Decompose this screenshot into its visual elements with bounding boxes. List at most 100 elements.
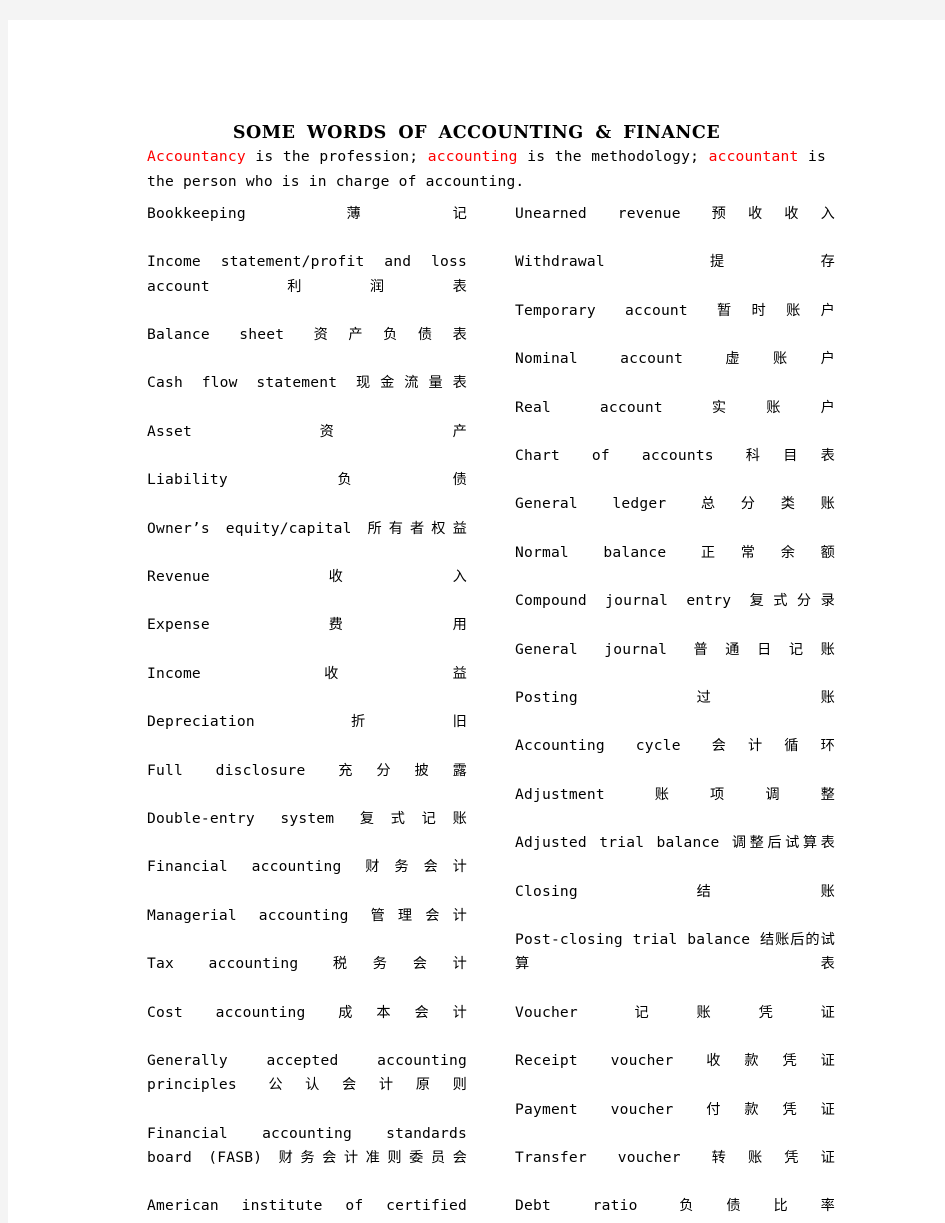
glossary-term-en: Normal balance xyxy=(515,543,701,561)
glossary-term-cn: 会计循环 xyxy=(711,738,835,755)
glossary-entry: Cash flow statement 现金流量表 xyxy=(147,371,467,419)
glossary-term-cn: 费用 xyxy=(328,617,468,634)
glossary-entry: Adjusted trial balance 调整后试算表 xyxy=(515,831,835,879)
glossary-entry: Withdrawal 提存 xyxy=(515,250,835,298)
glossary-term-cn: 付款凭证 xyxy=(706,1101,835,1118)
glossary-entry: Compound journal entry 复式分录 xyxy=(515,589,835,637)
glossary-entry: Expense 费用 xyxy=(147,613,467,661)
glossary-entry: Voucher 记账凭证 xyxy=(515,1001,835,1049)
glossary-entry: Revenue 收入 xyxy=(147,565,467,613)
glossary-term-cn: 管理会计 xyxy=(370,907,467,924)
glossary-entry: Posting 过账 xyxy=(515,686,835,734)
glossary-term-cn: 折旧 xyxy=(351,714,467,731)
glossary-term-cn: 负债比率 xyxy=(679,1198,835,1215)
glossary-term-cn: 转账凭证 xyxy=(711,1149,835,1166)
glossary-term-cn: 收益 xyxy=(324,665,467,682)
glossary-term-en: Unearned revenue xyxy=(515,205,712,222)
glossary-entry: Financial accounting 财务会计 xyxy=(147,855,467,903)
glossary-term-cn: 记账凭证 xyxy=(634,1004,835,1021)
glossary-entry: Depreciation 折旧 xyxy=(147,710,467,758)
intro-text-2: is the methodology; xyxy=(517,148,709,165)
glossary-term-en: Post-closing trial balance xyxy=(515,931,760,949)
glossary-term-cn: 薄记 xyxy=(346,206,467,222)
glossary-term-en: Owner’s equity/capital xyxy=(147,519,368,537)
glossary-term-en: Compound journal entry xyxy=(515,592,750,610)
glossary-term-cn: 资产 xyxy=(319,423,468,440)
glossary-entry: Generally accepted accounting principles… xyxy=(147,1049,467,1122)
glossary-term-en: Adjustment xyxy=(515,785,655,803)
glossary-term-cn: 科目表 xyxy=(745,448,835,465)
glossary-term-en: General journal xyxy=(515,640,694,658)
glossary-term-cn: 提存 xyxy=(710,254,835,271)
glossary-term-cn: 普通日记账 xyxy=(693,641,835,658)
glossary-term-en: Real account xyxy=(515,398,712,416)
glossary-term-en: Payment voucher xyxy=(515,1100,707,1118)
glossary-term-cn: 结账 xyxy=(696,883,836,900)
glossary-term-cn: 财务会计 xyxy=(365,859,467,876)
glossary-entry: Closing 结账 xyxy=(515,880,835,928)
glossary-entry: Managerial accounting 管理会计 xyxy=(147,904,467,952)
glossary-term-en: Chart of accounts xyxy=(515,447,746,465)
glossary-term-en: Balance sheet xyxy=(147,326,314,344)
glossary-term-en: Liability xyxy=(147,471,338,489)
glossary-term-cn: 财务会计准则委员会 xyxy=(278,1149,467,1166)
glossary-entry: General ledger 总分类账 xyxy=(515,492,835,540)
glossary-entry: Real account 实账户 xyxy=(515,396,835,444)
glossary-term-en: Asset xyxy=(147,422,320,440)
glossary-term-cn: 收入 xyxy=(328,569,468,586)
glossary-entry: Transfer voucher 转账凭证 xyxy=(515,1146,835,1194)
intro-term-accounting: accounting xyxy=(427,148,518,165)
glossary-entry: Liability 负债 xyxy=(147,468,467,516)
glossary-entry: Owner’s equity/capital 所有者权益 xyxy=(147,517,467,565)
glossary-entry: Income 收益 xyxy=(147,662,467,710)
glossary-term-en: Voucher xyxy=(515,1003,635,1021)
glossary-term-en: Closing xyxy=(515,882,697,900)
glossary-term-cn: 资产负债表 xyxy=(313,327,467,344)
glossary-term-cn: 账项调整 xyxy=(654,786,835,803)
glossary-term-en: Cost accounting xyxy=(147,1003,339,1021)
glossary-term-en: Double-entry system xyxy=(147,810,360,828)
glossary-term-en: Nominal account xyxy=(515,350,726,368)
glossary-entry: Temporary account 暂时账户 xyxy=(515,299,835,347)
glossary-term-cn: 所有者权益 xyxy=(367,520,467,537)
glossary-entry: General journal 普通日记账 xyxy=(515,638,835,686)
glossary-term-en: Bookkeeping xyxy=(147,205,347,222)
glossary-term-cn: 利润表 xyxy=(287,278,467,295)
glossary-entry: Double-entry system 复式记账 xyxy=(147,807,467,855)
glossary-entry: Debt ratio 负债比率 xyxy=(515,1194,835,1223)
glossary-term-cn: 负债 xyxy=(337,472,467,489)
glossary-term-en: Expense xyxy=(147,616,329,634)
glossary-term-cn: 虚账户 xyxy=(725,351,835,368)
glossary-entry: Asset 资产 xyxy=(147,420,467,468)
glossary-entry: Receipt voucher 收款凭证 xyxy=(515,1049,835,1097)
glossary-term-en: Revenue xyxy=(147,568,329,586)
glossary-entry: Normal balance 正常余额 xyxy=(515,541,835,589)
glossary-term-en: Transfer voucher xyxy=(515,1148,712,1166)
glossary-term-en: Depreciation xyxy=(147,713,352,731)
glossary-entry: Nominal account 虚账户 xyxy=(515,347,835,395)
glossary-entry: Financial accounting standards board (FA… xyxy=(147,1122,467,1195)
glossary-term-cn: 调整后试算表 xyxy=(731,835,836,852)
glossary-term-en: Full disclosure xyxy=(147,761,339,779)
glossary-entry: Bookkeeping 薄记 xyxy=(147,202,467,250)
glossary-entry: Unearned revenue 预收收入 xyxy=(515,202,835,250)
glossary-term-en: Adjusted trial balance xyxy=(515,834,732,852)
glossary-term-cn: 过账 xyxy=(696,690,836,707)
glossary-term-cn: 税务会计 xyxy=(332,956,467,973)
glossary-term-en: Posting xyxy=(515,689,697,707)
glossary-entry: Full disclosure 充分披露 xyxy=(147,759,467,807)
glossary-term-en: Tax accounting xyxy=(147,955,333,973)
glossary-term-en: Debt ratio xyxy=(515,1197,680,1215)
glossary-term-cn: 成本会计 xyxy=(338,1004,467,1021)
glossary-entry: American institute of certified public a… xyxy=(147,1194,467,1223)
glossary-term-cn: 预收收入 xyxy=(711,206,835,222)
glossary-term-en: Withdrawal xyxy=(515,253,711,271)
glossary-entry: Chart of accounts 科目表 xyxy=(515,444,835,492)
glossary-term-en: Temporary account xyxy=(515,301,718,319)
document-page: SOME WORDS OF ACCOUNTING & FINANCE Accou… xyxy=(8,20,945,1223)
glossary-term-cn: 收款凭证 xyxy=(706,1053,835,1070)
glossary-term-cn: 正常余额 xyxy=(700,544,835,561)
glossary-entry: Accounting cycle 会计循环 xyxy=(515,734,835,782)
glossary-entry: Payment voucher 付款凭证 xyxy=(515,1098,835,1146)
glossary-term-en: Financial accounting xyxy=(147,858,366,876)
